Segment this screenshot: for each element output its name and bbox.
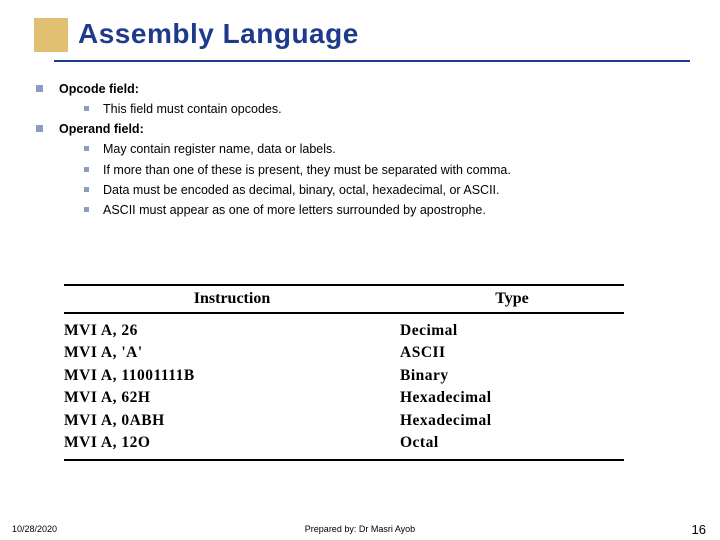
bullet-icon xyxy=(84,106,89,111)
table-header: Instruction Type xyxy=(64,284,624,314)
table-cell: MVI A, 12O xyxy=(64,432,400,454)
table-row: MVI A, 0ABH Hexadecimal xyxy=(64,410,624,432)
table-cell: ASCII xyxy=(400,342,624,364)
bullet-text: If more than one of these is present, th… xyxy=(103,161,511,179)
section-heading-row: Opcode field: xyxy=(36,80,696,98)
table-header-cell: Instruction xyxy=(64,290,400,308)
footer-date: 10/28/2020 xyxy=(12,524,57,534)
section-heading-row: Operand field: xyxy=(36,120,696,138)
bullet-item: If more than one of these is present, th… xyxy=(84,161,696,179)
table-body: MVI A, 26 Decimal MVI A, 'A' ASCII MVI A… xyxy=(64,314,624,455)
table-cell: MVI A, 'A' xyxy=(64,342,400,364)
accent-box xyxy=(34,18,68,52)
bullet-item: Data must be encoded as decimal, binary,… xyxy=(84,181,696,199)
table-cell: MVI A, 62H xyxy=(64,387,400,409)
bullet-icon xyxy=(84,146,89,151)
content-area: Opcode field: This field must contain op… xyxy=(36,80,696,221)
bullet-item: May contain register name, data or label… xyxy=(84,140,696,158)
table-cell: Hexadecimal xyxy=(400,410,624,432)
bullet-text: ASCII must appear as one of more letters… xyxy=(103,201,486,219)
table-header-cell: Type xyxy=(400,290,624,308)
table-bottom-rule xyxy=(64,459,624,461)
bullet-icon xyxy=(84,167,89,172)
instruction-table: Instruction Type MVI A, 26 Decimal MVI A… xyxy=(64,284,624,461)
bullet-text: Data must be encoded as decimal, binary,… xyxy=(103,181,500,199)
table-cell: Binary xyxy=(400,365,624,387)
bullet-icon xyxy=(84,207,89,212)
table-cell: Hexadecimal xyxy=(400,387,624,409)
table-row: MVI A, 12O Octal xyxy=(64,432,624,454)
title-wrap: Assembly Language xyxy=(78,18,359,50)
bullet-text: May contain register name, data or label… xyxy=(103,140,336,158)
table-cell: MVI A, 0ABH xyxy=(64,410,400,432)
footer: 10/28/2020 Prepared by: Dr Masri Ayob 16 xyxy=(0,524,720,534)
page-title: Assembly Language xyxy=(78,18,359,50)
table-row: MVI A, 62H Hexadecimal xyxy=(64,387,624,409)
table-row: MVI A, 26 Decimal xyxy=(64,320,624,342)
footer-prepared: Prepared by: Dr Masri Ayob xyxy=(0,524,720,534)
bullet-icon xyxy=(36,125,43,132)
section-heading: Operand field: xyxy=(59,120,144,138)
title-underline xyxy=(54,60,690,62)
bullet-item: This field must contain opcodes. xyxy=(84,100,696,118)
table-cell: MVI A, 26 xyxy=(64,320,400,342)
bullet-text: This field must contain opcodes. xyxy=(103,100,282,118)
table-row: MVI A, 11001111B Binary xyxy=(64,365,624,387)
table-cell: Octal xyxy=(400,432,624,454)
table-cell: Decimal xyxy=(400,320,624,342)
bullet-icon xyxy=(84,187,89,192)
footer-page: 16 xyxy=(692,522,706,537)
bullet-item: ASCII must appear as one of more letters… xyxy=(84,201,696,219)
table-cell: MVI A, 11001111B xyxy=(64,365,400,387)
section-heading: Opcode field: xyxy=(59,80,139,98)
table-row: MVI A, 'A' ASCII xyxy=(64,342,624,364)
bullet-icon xyxy=(36,85,43,92)
